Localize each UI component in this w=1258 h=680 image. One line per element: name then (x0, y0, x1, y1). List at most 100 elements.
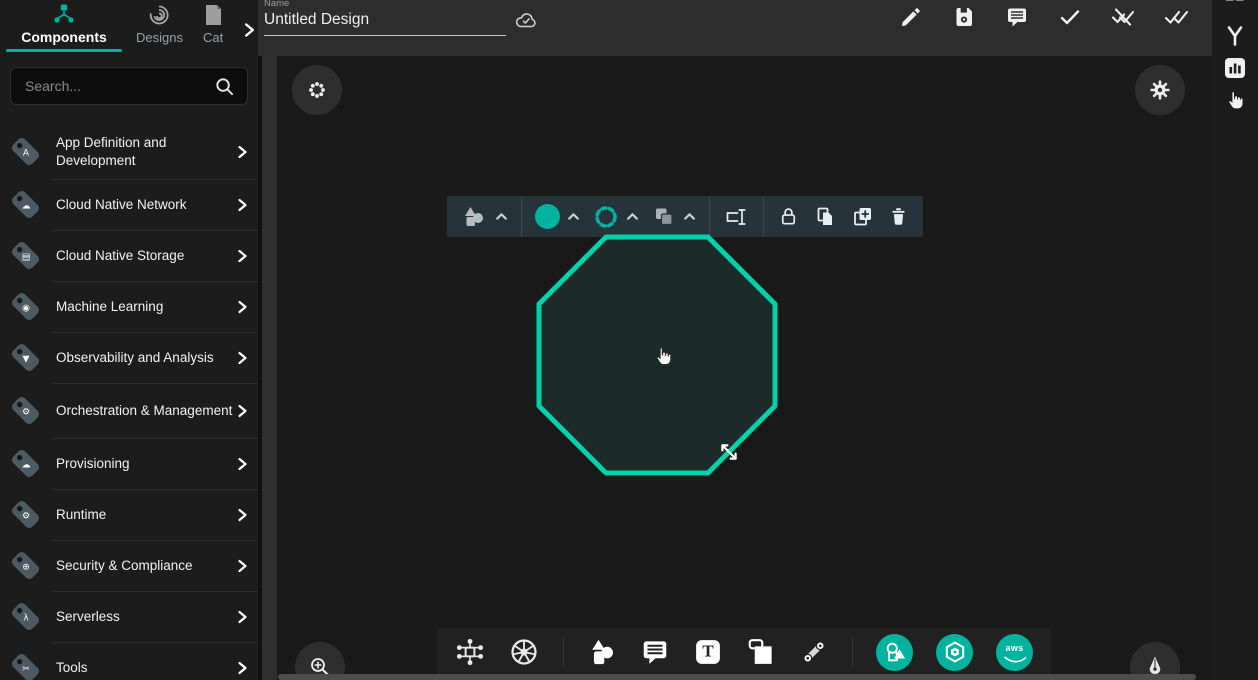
category-label: Orchestration & Management (56, 402, 237, 420)
shapes-tool-button[interactable] (587, 637, 617, 667)
duplicate-button[interactable] (850, 205, 875, 229)
catalog-icon (203, 3, 223, 27)
category-row[interactable]: ▼ Observability and Analysis (0, 332, 258, 383)
stroke-style-button[interactable] (593, 204, 639, 230)
floppy-icon (952, 5, 976, 29)
layers-button[interactable] (652, 205, 696, 229)
category-glyph: ✂ (22, 666, 30, 675)
category-tag-icon: ☁ (8, 446, 44, 482)
design-actions (899, 5, 1188, 29)
fill-color-swatch (535, 204, 560, 229)
chevron-right-icon (237, 198, 248, 212)
validate-button[interactable] (1058, 5, 1082, 29)
shape-picker-button[interactable] (461, 205, 508, 229)
kubernetes-tool-button[interactable] (508, 636, 540, 668)
panel-resize-handle[interactable] (262, 56, 277, 680)
pencil-icon (899, 5, 923, 29)
text-tool-button[interactable]: T (693, 637, 723, 667)
edge-tool-button[interactable] (799, 637, 829, 667)
tabs-scroll-chevron-icon[interactable] (244, 22, 255, 38)
category-tag-icon: ☁ (8, 187, 44, 223)
comment-tool-button[interactable] (640, 637, 670, 667)
tab-designs[interactable]: Designs (136, 3, 183, 52)
category-row[interactable]: ⊕ Security & Compliance (0, 540, 258, 591)
topology-icon (51, 2, 77, 26)
search-input[interactable] (23, 77, 214, 95)
bar-chart-icon[interactable] (1224, 57, 1246, 79)
copy-plus-icon (850, 205, 875, 229)
dashed-ring-icon (593, 204, 619, 230)
shapes-outline-icon (883, 640, 907, 664)
category-label: Machine Learning (56, 298, 237, 316)
edit-button[interactable] (899, 5, 923, 29)
cloud-saved-icon (514, 9, 538, 31)
snap-button[interactable] (292, 65, 342, 115)
comment-icon (640, 637, 670, 667)
octagon-node[interactable] (536, 234, 778, 476)
category-glyph: A (23, 150, 29, 159)
category-row[interactable]: ✂ Tools (0, 642, 258, 680)
chevron-up-icon (567, 212, 580, 221)
save-button[interactable] (952, 5, 976, 29)
category-glyph: ⚙ (22, 409, 30, 418)
node-context-toolbar (447, 196, 923, 237)
link-icon (799, 637, 829, 667)
delete-button[interactable] (888, 205, 909, 228)
category-label: Serverless (56, 608, 237, 626)
category-row[interactable]: λ Serverless (0, 591, 258, 642)
category-list: A App Definition and Development ☁ Cloud… (0, 118, 258, 680)
touch-icon[interactable] (1224, 89, 1246, 113)
category-row[interactable]: ⚙ Runtime (0, 489, 258, 540)
layers-icon (652, 205, 676, 229)
chevron-right-icon (237, 457, 248, 471)
category-glyph: ▤ (22, 254, 31, 263)
grid-icon[interactable] (1224, 0, 1246, 9)
double-check-icon (1164, 5, 1188, 29)
category-glyph: ▼ (23, 356, 30, 365)
toolbar-divider (709, 196, 710, 237)
canvas[interactable]: T (277, 56, 1212, 680)
canvas-settings-button[interactable] (1135, 65, 1185, 115)
merge-y-icon[interactable] (1224, 25, 1246, 47)
shapes-library-button[interactable] (876, 634, 913, 671)
category-row[interactable]: ⚙ Orchestration & Management (0, 383, 258, 438)
aws-library-button[interactable]: aws (996, 634, 1033, 671)
horizontal-scrollbar[interactable] (278, 674, 1196, 680)
hexagon-library-button[interactable] (936, 634, 973, 671)
category-tag-icon: ▼ (8, 340, 44, 376)
fill-color-button[interactable] (535, 204, 580, 229)
tab-catalog[interactable]: Cat (203, 3, 223, 52)
dock-divider (852, 637, 853, 667)
deploy-button[interactable] (1164, 5, 1188, 29)
tab-components[interactable]: Components (12, 2, 116, 52)
dry-run-button[interactable] (1111, 5, 1135, 29)
category-label: App Definition and Development (56, 134, 237, 169)
category-tag-icon: ⚙ (8, 497, 44, 533)
comment-button[interactable] (1005, 5, 1029, 29)
chevron-up-icon (495, 212, 508, 221)
copy-button[interactable] (813, 205, 837, 229)
design-name-input[interactable] (264, 9, 506, 36)
tab-label: Designs (136, 30, 183, 45)
category-row[interactable]: ▤ Cloud Native Storage (0, 230, 258, 281)
category-row[interactable]: ☁ Cloud Native Network (0, 179, 258, 230)
resize-arrow-icon[interactable] (718, 441, 740, 463)
shapes-icon (461, 205, 488, 229)
category-row[interactable]: ◉ Machine Learning (0, 281, 258, 332)
chevron-right-icon (237, 559, 248, 573)
chevron-right-icon (237, 508, 248, 522)
toolbar-divider (521, 196, 522, 237)
component-tool-button[interactable] (455, 637, 485, 667)
hexagon-icon (943, 640, 967, 664)
lock-button[interactable] (777, 205, 800, 228)
category-row[interactable]: ☁ Provisioning (0, 438, 258, 489)
category-tag-icon: ✂ (8, 650, 44, 680)
category-tag-icon: ◉ (8, 289, 44, 325)
octagon-shape[interactable] (539, 237, 775, 473)
note-tool-button[interactable] (746, 637, 776, 667)
panel-tabs: Components Designs Cat (0, 0, 258, 52)
rename-button[interactable] (723, 206, 750, 228)
category-row[interactable]: A App Definition and Development (0, 124, 258, 179)
category-label: Cloud Native Network (56, 196, 237, 214)
tab-label: Cat (203, 30, 223, 45)
